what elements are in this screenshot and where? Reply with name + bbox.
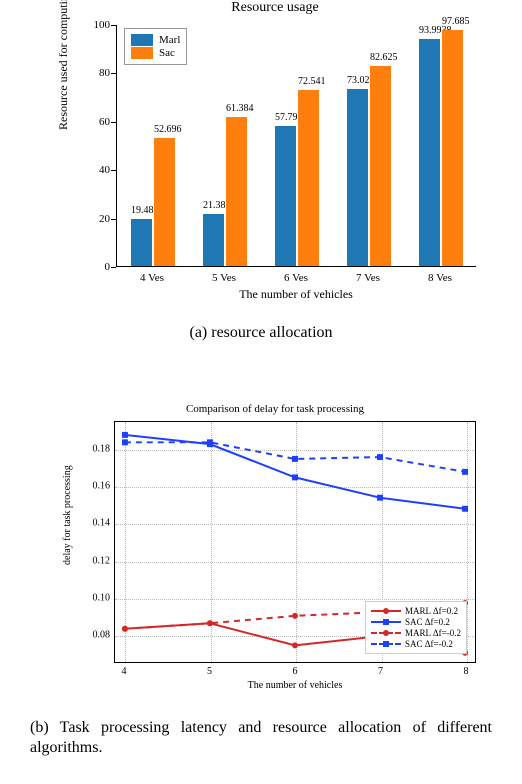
legend-label: SAC Δf=-0.2 [405, 639, 453, 649]
legend-line-icon [371, 632, 401, 634]
chart-a-yaxis: 020406080100 [60, 25, 116, 267]
bar-sac-2: 72.541 [298, 90, 319, 266]
xtick: 4 [122, 666, 127, 677]
bar-label: 93.9938 [419, 25, 440, 36]
xtick: 6 Ves [284, 272, 308, 284]
bar-label: 21.385 [203, 200, 224, 211]
bar-marl-2: 57.7939 [275, 126, 296, 266]
legend-label: MARL Δf=-0.2 [405, 628, 461, 638]
ytick: 0 [105, 261, 111, 273]
line-chart-delay: Comparison of delay for task processing … [60, 405, 490, 695]
legend-entry: MARL Δf=0.2 [371, 606, 461, 616]
xtick: 5 [207, 666, 212, 677]
legend-line-icon [371, 643, 401, 645]
xtick: 8 [464, 666, 469, 677]
chart-b-xaxis: The number of vehicles 4 5 6 7 8 [114, 663, 476, 695]
ytick: 60 [99, 116, 110, 128]
chart-a-legend: Marl Sac [124, 28, 187, 65]
ytick: 0.16 [93, 481, 111, 492]
xtick: 5 Ves [212, 272, 236, 284]
bar-label: 97.685 [442, 16, 463, 27]
legend-line-icon [371, 621, 401, 623]
caption-b: (b) Task processing latency and resource… [30, 718, 492, 758]
ytick: 0.18 [93, 443, 111, 454]
xtick: 8 Ves [428, 272, 452, 284]
legend-entry: MARL Δf=-0.2 [371, 628, 461, 638]
xtick: 7 [378, 666, 383, 677]
ytick: 0.08 [93, 630, 111, 641]
legend-label-marl: Marl [159, 34, 180, 46]
legend-entry: SAC Δf=0.2 [371, 617, 461, 627]
ytick: 100 [94, 19, 111, 31]
chart-a-xlabel: The number of vehicles [116, 287, 476, 302]
bar-sac-3: 82.625 [370, 66, 391, 266]
bar-label: 57.7939 [275, 112, 296, 123]
bar-chart-resource-usage: Resource usage Resource used for computi… [60, 10, 490, 300]
ytick: 80 [99, 67, 110, 79]
chart-a-xaxis: The number of vehicles 4 Ves 5 Ves 6 Ves 7 … [116, 267, 476, 302]
bar-label: 82.625 [370, 52, 391, 63]
caption-a: (a) resource allocation [0, 324, 522, 342]
bar-label: 61.384 [226, 103, 247, 114]
ytick: 20 [99, 213, 110, 225]
bar-label: 72.541 [298, 76, 319, 87]
legend-label: MARL Δf=0.2 [405, 606, 458, 616]
ytick: 0.14 [93, 518, 111, 529]
legend-swatch-sac [131, 47, 153, 59]
bar-sac-0: 52.696 [154, 138, 175, 266]
chart-b-xlabel: The number of vehicles [114, 680, 476, 691]
legend-swatch-marl [131, 34, 153, 46]
bar-marl-3: 73.0239 [347, 89, 368, 266]
bar-sac-1: 61.384 [226, 117, 247, 266]
ytick: 0.10 [93, 592, 111, 603]
bar-label: 52.696 [154, 124, 175, 135]
chart-b-title: Comparison of delay for task processing [60, 403, 490, 415]
chart-b-yaxis: 0.08 0.10 0.12 0.14 0.16 0.18 [60, 421, 114, 663]
legend-entry: SAC Δf=-0.2 [371, 639, 461, 649]
bar-marl-4: 93.9938 [419, 39, 440, 266]
xtick: 6 [293, 666, 298, 677]
bar-sac-4: 97.685 [442, 30, 463, 266]
legend-line-icon [371, 610, 401, 612]
xtick: 4 Ves [140, 272, 164, 284]
chart-a-title: Resource usage [60, 0, 490, 16]
chart-b-plot-area: MARL Δf=0.2SAC Δf=0.2MARL Δf=-0.2SAC Δf=… [114, 421, 476, 663]
xtick: 7 Ves [356, 272, 380, 284]
legend-label: SAC Δf=0.2 [405, 617, 450, 627]
bar-label: 73.0239 [347, 75, 368, 86]
ytick: 0.12 [93, 555, 111, 566]
chart-b-legend: MARL Δf=0.2SAC Δf=0.2MARL Δf=-0.2SAC Δf=… [365, 601, 467, 654]
legend-label-sac: Sac [159, 47, 175, 59]
bar-marl-0: 19.4815 [131, 219, 152, 266]
bar-marl-1: 21.385 [203, 214, 224, 266]
ytick: 40 [99, 164, 110, 176]
bar-label: 19.4815 [131, 205, 152, 216]
